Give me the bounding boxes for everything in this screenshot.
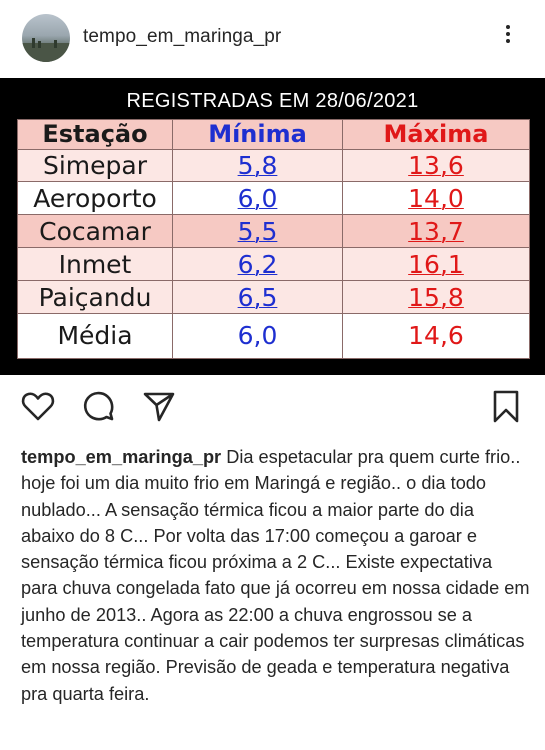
- more-options-icon[interactable]: [500, 22, 516, 52]
- min-cell: 6,5: [172, 280, 343, 314]
- station-cell: Aeroporto: [17, 181, 173, 216]
- max-cell: 15,8: [342, 280, 530, 314]
- avatar-tree: [32, 38, 35, 48]
- station-cell: Paiçandu: [17, 280, 173, 314]
- max-cell: 16,1: [342, 247, 530, 282]
- table-header-row: Estação Mínima Máxima: [17, 119, 530, 150]
- post-image-title: REGISTRADAS EM 28/06/2021: [126, 90, 419, 112]
- column-header-max: Máxima: [342, 119, 530, 150]
- min-cell: 6,2: [172, 247, 343, 282]
- column-header-min: Mínima: [172, 119, 343, 150]
- max-cell: 14,6: [342, 312, 530, 360]
- post-header: tempo_em_maringa_pr: [0, 0, 545, 78]
- post-image[interactable]: REGISTRADAS EM 28/06/2021 Estação Mínima…: [0, 78, 545, 375]
- paper-plane-icon[interactable]: [141, 388, 177, 429]
- avatar-tree: [54, 40, 57, 48]
- min-cell: 6,0: [172, 181, 343, 216]
- max-cell: 14,0: [342, 181, 530, 216]
- station-cell: Simepar: [17, 148, 173, 183]
- table-row: Aeroporto 6,0 14,0: [17, 181, 530, 216]
- min-cell: 5,5: [172, 214, 343, 249]
- station-cell: Inmet: [17, 247, 173, 282]
- station-cell: Cocamar: [17, 214, 173, 249]
- min-cell: 5,8: [172, 148, 343, 183]
- max-cell: 13,7: [342, 214, 530, 249]
- post-caption: tempo_em_maringa_pr Dia espetacular pra …: [21, 444, 531, 707]
- comment-icon[interactable]: [81, 388, 117, 429]
- caption-username[interactable]: tempo_em_maringa_pr: [21, 447, 221, 467]
- column-header-station: Estação: [17, 119, 173, 150]
- heart-icon[interactable]: [20, 388, 56, 429]
- avatar-landscape: [22, 42, 70, 62]
- table-row: Paiçandu 6,5 15,8: [17, 280, 530, 314]
- table-row: Cocamar 5,5 13,7: [17, 214, 530, 249]
- station-cell: Média: [17, 312, 173, 360]
- avatar[interactable]: [22, 14, 70, 62]
- post-username[interactable]: tempo_em_maringa_pr: [83, 26, 281, 48]
- table-row: Simepar 5,8 13,6: [17, 148, 530, 183]
- table-row: Inmet 6,2 16,1: [17, 247, 530, 282]
- temperature-table: Estação Mínima Máxima Simepar 5,8 13,6 A…: [17, 119, 530, 360]
- caption-text: Dia espetacular pra quem curte frio.. ho…: [21, 447, 530, 704]
- avatar-tree: [38, 41, 41, 48]
- table-row-average: Média 6,0 14,6: [17, 312, 530, 360]
- bookmark-icon[interactable]: [491, 388, 521, 429]
- max-cell: 13,6: [342, 148, 530, 183]
- post-actions-bar: [0, 388, 545, 432]
- min-cell: 6,0: [172, 312, 343, 360]
